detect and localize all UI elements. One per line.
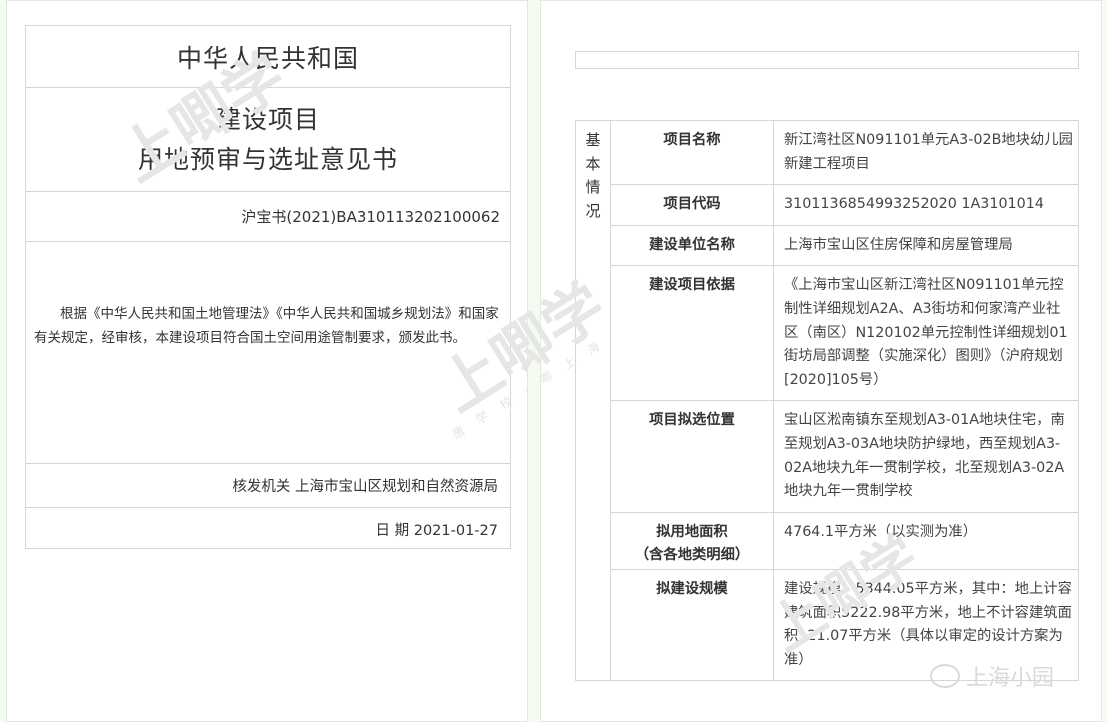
- row-value: 《上海市宝山区新江湾社区N091101单元控制性详细规划A2A、A3街坊和何家湾…: [773, 265, 1079, 402]
- row-value: 宝山区淞南镇东至规划A3-01A地块住宅，南至规划A3-03A地块防护绿地，西至…: [773, 400, 1079, 513]
- info-table-row: 建设项目依据 《上海市宝山区新江湾社区N091101单元控制性详细规划A2A、A3…: [576, 265, 1079, 402]
- row-value: 4764.1平方米（以实测为准）: [773, 511, 1079, 570]
- country-heading: 中华人民共和国: [26, 26, 510, 88]
- document-title: 建设项目 用地预审与选址意见书: [26, 88, 510, 192]
- source-watermark: 上海小园: [930, 660, 1054, 692]
- info-table-row: 拟用地面积 （含各地类明细） 4764.1平方米（以实测为准）: [576, 511, 1079, 570]
- info-table-row: 项目拟选位置 宝山区淞南镇东至规划A3-01A地块住宅，南至规划A3-03A地块防…: [576, 400, 1079, 513]
- info-table-row: 基本情况项目名称 新江湾社区N091101单元A3-02B地块幼儿园新建工程项目: [575, 119, 1079, 682]
- document-title-line1: 建设项目: [215, 104, 320, 134]
- row-label: 建设单位名称: [610, 224, 774, 267]
- row-value: 上海市宝山区住房保障和房屋管理局: [773, 224, 1079, 267]
- info-table-row: 建设单位名称 上海市宝山区住房保障和房屋管理局: [576, 224, 1079, 267]
- source-watermark-text: 上海小园: [966, 666, 1055, 691]
- certificate-body-text: 根据《中华人民共和国土地管理法》《中华人民共和国城乡规划法》和国家有关规定，经审…: [26, 242, 510, 464]
- row-value: 新江湾社区N091101单元A3-02B地块幼儿园新建工程项目: [773, 119, 1079, 186]
- section-label: 基本情况: [575, 119, 611, 682]
- info-table-row: 项目代码 3101136854993252020 1A3101014: [576, 184, 1079, 226]
- row-label: 项目拟选位置: [610, 400, 774, 513]
- document-title-line2: 用地预审与选址意见书: [137, 144, 398, 174]
- certificate-number: 沪宝书(2021)BA310113202100062: [26, 192, 510, 242]
- issue-date: 日 期 2021-01-27: [375, 522, 499, 539]
- wechat-icon: [930, 664, 960, 688]
- right-document-panel: 基本情况项目名称 新江湾社区N091101单元A3-02B地块幼儿园新建工程项目项…: [540, 0, 1102, 722]
- row-label: 项目名称: [610, 119, 774, 186]
- basic-info-table: 基本情况项目名称 新江湾社区N091101单元A3-02B地块幼儿园新建工程项目项…: [575, 119, 1079, 682]
- issuing-authority: 核发机关 上海市宝山区规划和自然资源局: [26, 464, 510, 508]
- row-label: 拟用地面积 （含各地类明细）: [610, 511, 774, 570]
- certificate-frame: 中华人民共和国 建设项目 用地预审与选址意见书 沪宝书(2021)BA31011…: [25, 25, 511, 549]
- row-label: 拟建设规模: [610, 568, 774, 682]
- left-document-panel: 中华人民共和国 建设项目 用地预审与选址意见书 沪宝书(2021)BA31011…: [6, 0, 528, 722]
- row-value: 3101136854993252020 1A3101014: [773, 184, 1079, 226]
- row-label: 建设项目依据: [610, 265, 774, 402]
- header-bar: [575, 51, 1079, 69]
- row-label: 项目代码: [610, 184, 774, 226]
